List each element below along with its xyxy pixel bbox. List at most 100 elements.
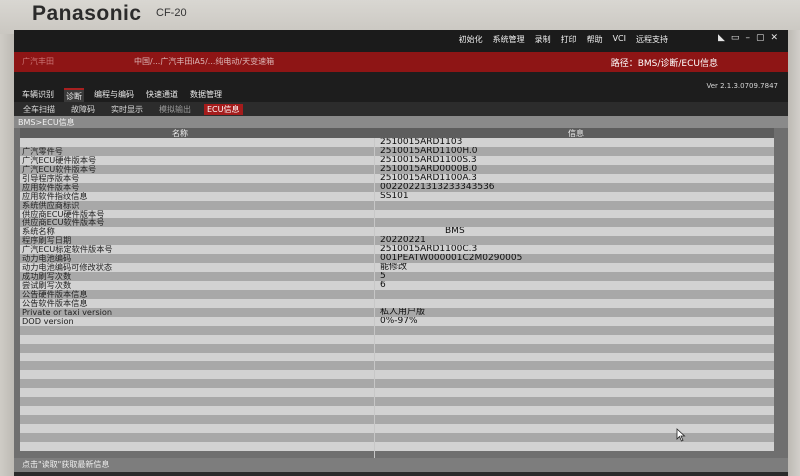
table-row (20, 352, 774, 362)
table-row (20, 415, 774, 424)
row-name: 广汽ECU标定软件版本号 (22, 245, 113, 255)
row-name: 系统供应商标识 (22, 200, 80, 210)
vendor-logo: 广汽丰田 (22, 57, 54, 66)
table-header: 名称 信息 (20, 128, 774, 138)
table-row: DOD version 0%-97% (20, 316, 774, 326)
table-row: 公告硬件版本信息 (20, 289, 774, 299)
table-row (20, 424, 774, 433)
subtab-ecu-info[interactable]: ECU信息 (204, 104, 243, 115)
close-icon[interactable]: ✕ (770, 33, 778, 43)
minimize-icon[interactable]: – (745, 33, 750, 43)
row-value: 2510015ARD1100A.3 (380, 173, 477, 183)
ecu-info-table: 名称 信息 2510015ARD1103 广汽零件号 2510015ARD1100H… (20, 128, 774, 458)
tab-diagnosis[interactable]: 诊断 (64, 88, 84, 103)
tab-vehicle-id[interactable]: 车辆识别 (20, 88, 56, 103)
table-row: 广汽零件号 2510015ARD1100H.0 (20, 146, 774, 156)
table-row (20, 334, 774, 344)
menu-record[interactable]: 录制 (535, 34, 551, 45)
table-row: 动力电池编码可修改状态 能修改 (20, 263, 774, 273)
row-value: 2510015ARD1100H.0 (380, 146, 478, 156)
table-row: 2510015ARD1103 (20, 138, 774, 147)
table-row: 广汽ECU标定软件版本号 2510015ARD1100C.3 (20, 245, 774, 255)
row-value: 6 (380, 281, 386, 290)
table-row (20, 343, 774, 353)
table-row: 引导程序版本号 2510015ARD1100A.3 (20, 173, 774, 183)
table-row: Private or taxi version 私人用户版 (20, 307, 774, 317)
menu-print[interactable]: 打印 (561, 34, 577, 45)
menu-vci[interactable]: VCI (613, 34, 626, 45)
row-name: 动力电池编码 (22, 254, 72, 264)
row-value: 能修改 (380, 263, 408, 273)
table-row: 系统名称 BMS (20, 227, 774, 237)
table-row: 供应商ECU硬件版本号 (20, 209, 774, 219)
table-row: 广汽ECU硬件版本号 2510015ARD1100S.3 (20, 155, 774, 165)
row-value: 2510015ARD0000B.0 (380, 164, 478, 174)
subtab-dtc[interactable]: 故障码 (68, 104, 98, 115)
battery-icon: ▭ (730, 33, 740, 43)
mouse-cursor-icon (676, 428, 686, 442)
table-row: 应用软件版本号 00220221313233343536 (20, 182, 774, 192)
main-nav: Ver 2.1.3.0709.7847 车辆识别 诊断 编程与编码 快速通道 数… (14, 72, 788, 103)
tab-quick-access[interactable]: 快速通道 (144, 88, 180, 103)
subtab-sim-output[interactable]: 模拟输出 (156, 104, 194, 115)
table-row (20, 441, 774, 451)
table-row: 应用软件指纹信息 SS101 (20, 191, 774, 201)
row-name: 引导程序版本号 (22, 173, 80, 183)
laptop-bezel-top: Panasonic CF-20 (0, 0, 800, 34)
menu-init[interactable]: 初始化 (459, 34, 483, 45)
row-name: 广汽ECU软件版本号 (22, 164, 97, 174)
row-value: BMS (445, 227, 465, 237)
restore-icon[interactable]: ▢ (756, 33, 765, 43)
row-name: 程序刷写日期 (22, 236, 72, 246)
status-text: 点击"读取"获取最新信息 (22, 460, 110, 469)
tab-data-management[interactable]: 数据管理 (188, 88, 224, 103)
top-menu: 初始化 系统管理 录制 打印 帮助 VCI 远程支持 (459, 34, 668, 45)
row-value: 001PEATW000001C2M0290005 (380, 254, 523, 264)
table-row (20, 379, 774, 389)
row-name: Private or taxi version (22, 307, 113, 317)
sub-nav: 全车扫描 故障码 实时显示 模拟输出 ECU信息 (14, 102, 788, 116)
row-name: 广汽零件号 (22, 146, 63, 156)
menu-remote[interactable]: 远程支持 (636, 34, 668, 45)
table-row: 供应商ECU软件版本号 (20, 218, 774, 228)
tab-programming[interactable]: 编程与编码 (92, 88, 136, 103)
header-bar: 广汽丰田 中国/...广汽丰田iA5/...纯电动/天变速箱 路径：BMS/诊断… (14, 52, 788, 72)
breadcrumb: BMS>ECU信息 (14, 116, 788, 128)
subtab-live-data[interactable]: 实时显示 (108, 104, 146, 115)
table-row (20, 388, 774, 398)
table-row: 广汽ECU软件版本号 2510015ARD0000B.0 (20, 164, 774, 174)
subtab-full-scan[interactable]: 全车扫描 (20, 104, 58, 115)
menu-help[interactable]: 帮助 (587, 34, 603, 45)
path-label: 路径：BMS/诊断/ECU信息 (610, 59, 718, 69)
model-label: CF-20 (156, 7, 187, 19)
row-name: 供应商ECU软件版本号 (22, 218, 105, 228)
row-name: 公告软件版本信息 (22, 298, 88, 308)
row-name: 公告硬件版本信息 (22, 289, 88, 299)
laptop-bezel-left (0, 34, 14, 476)
version-label: Ver 2.1.3.0709.7847 (706, 82, 778, 90)
row-name: 尝试刷写次数 (22, 281, 72, 290)
table-row (20, 325, 774, 335)
bottom-toolbar (14, 472, 788, 476)
table-row: 尝试刷写次数 6 (20, 281, 774, 290)
table-row (20, 406, 774, 416)
row-name: 成功刷写次数 (22, 272, 72, 281)
system-top-bar: 初始化 系统管理 录制 打印 帮助 VCI 远程支持 ◣ ▭ – ▢ ✕ (14, 30, 788, 52)
table-row: 程序刷写日期 20220221 (20, 236, 774, 246)
table-row: 公告软件版本信息 (20, 298, 774, 308)
brand-logo: Panasonic (32, 2, 142, 25)
vehicle-path: 中国/...广汽丰田iA5/...纯电动/天变速箱 (134, 57, 275, 66)
row-value: 2510015ARD1100C.3 (380, 245, 478, 255)
table-row (20, 397, 774, 407)
menu-system[interactable]: 系统管理 (493, 34, 525, 45)
wifi-icon: ◣ (718, 33, 725, 43)
row-value: 0%-97% (380, 316, 418, 326)
breadcrumb-text: BMS>ECU信息 (18, 118, 75, 127)
table-row: 动力电池编码 001PEATW000001C2M0290005 (20, 254, 774, 264)
row-value: 20220221 (380, 236, 426, 246)
row-name: 广汽ECU硬件版本号 (22, 155, 97, 165)
row-name: 应用软件指纹信息 (22, 191, 88, 201)
table-row: 成功刷写次数 5 (20, 272, 774, 281)
row-value: 私人用户版 (380, 307, 426, 317)
row-name: 供应商ECU硬件版本号 (22, 209, 105, 219)
